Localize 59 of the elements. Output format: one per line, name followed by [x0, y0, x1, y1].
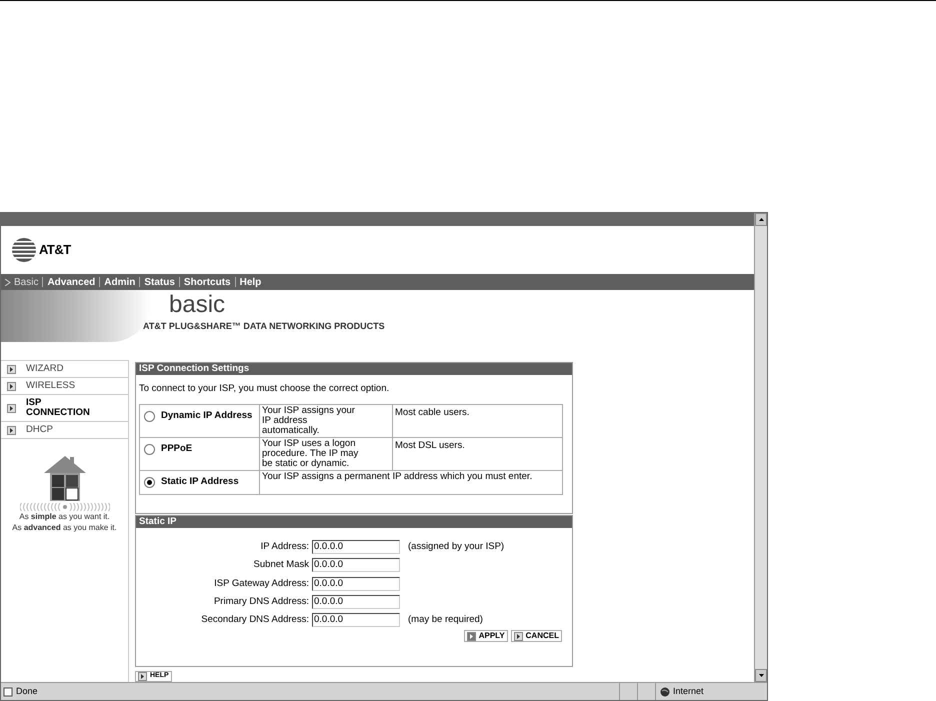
field-label: ISP Gateway Address: [213, 576, 310, 590]
intro-text: To connect to your ISP, you must choose the correct option. [139, 382, 390, 396]
arrow-icon [7, 364, 16, 374]
radio-button[interactable] [144, 444, 155, 455]
signal-waves-icon [20, 503, 110, 511]
status-text: Done [16, 684, 38, 698]
sidebar-item[interactable]: ISP CONNECTION [1, 395, 128, 422]
arrow-icon [466, 632, 476, 641]
panel-header: ISP Connection Settings [136, 363, 572, 375]
down-arrow-icon[interactable] [758, 674, 764, 677]
radio-button[interactable] [144, 476, 155, 488]
field-hint: (may be required) [408, 613, 483, 627]
page-icon [3, 686, 13, 696]
field-label: Primary DNS Address: [212, 594, 310, 609]
table-cell: Most cable users. [392, 404, 562, 438]
option-label[interactable]: Static IP Address [161, 475, 239, 490]
sidebar-item[interactable]: WIRELESS [1, 378, 128, 395]
input-field[interactable]: 0.0.0.0 [312, 558, 400, 572]
nav-tab[interactable]: Shortcuts [184, 274, 231, 290]
action-button[interactable]: CANCEL [510, 630, 562, 642]
zone-text: Internet [673, 684, 704, 698]
option-label[interactable]: Dynamic IP Address [161, 409, 252, 424]
table-cell: Your ISP assigns a permanent IP address which you must enter. [260, 470, 562, 494]
input-field[interactable]: 0.0.0.0 [312, 576, 400, 591]
field-label: Subnet Mask [252, 558, 310, 572]
field-label: Secondary DNS Address: [200, 613, 310, 627]
banner-subtitle: AT&T PLUG&SHARE™ DATA NETWORKING PRODUCTS [143, 320, 385, 333]
arrow-icon [514, 632, 523, 641]
table-cell: Your ISP assigns your IP address automatically. [260, 404, 392, 438]
tagline-text: As advanced as you make it. [12, 522, 117, 533]
globe-icon [660, 686, 670, 696]
brand-logo-text: AT&T [39, 241, 71, 260]
nav-tab[interactable]: Admin [104, 274, 136, 290]
table-cell: Most DSL users. [392, 438, 562, 471]
arrow-icon [7, 404, 16, 412]
input-field[interactable]: 0.0.0.0 [312, 540, 400, 554]
arrow-icon [7, 382, 16, 390]
sidebar-item[interactable]: WIZARD [1, 361, 128, 378]
chevron-icon [5, 278, 11, 286]
arrow-icon [7, 426, 16, 434]
scrollbar[interactable] [754, 213, 767, 682]
option-label[interactable]: PPPoE [161, 442, 192, 456]
input-field[interactable]: 0.0.0.0 [312, 613, 400, 628]
radio-button[interactable] [144, 410, 155, 422]
field-label: IP Address: [260, 540, 310, 554]
globe-logo-icon [11, 237, 37, 263]
field-hint: (assigned by your ISP) [408, 540, 504, 554]
nav-tab[interactable]: Help [240, 274, 262, 290]
table-cell: Your ISP uses a logon procedure. The IP may be static or dynamic. [260, 438, 392, 471]
tagline-text: As simple as you want it. [19, 511, 110, 522]
nav-tab[interactable]: Basic [14, 274, 38, 290]
nav-tab[interactable]: Status [144, 274, 175, 290]
panel-header: Static IP [136, 516, 572, 528]
nav-tab[interactable]: Advanced [47, 274, 96, 290]
up-arrow-icon[interactable] [758, 218, 764, 221]
action-button[interactable]: APPLY [464, 630, 508, 642]
page-title: basic [169, 290, 226, 320]
input-field[interactable]: 0.0.0.0 [312, 594, 400, 609]
sidebar-item[interactable]: DHCP [1, 422, 128, 439]
